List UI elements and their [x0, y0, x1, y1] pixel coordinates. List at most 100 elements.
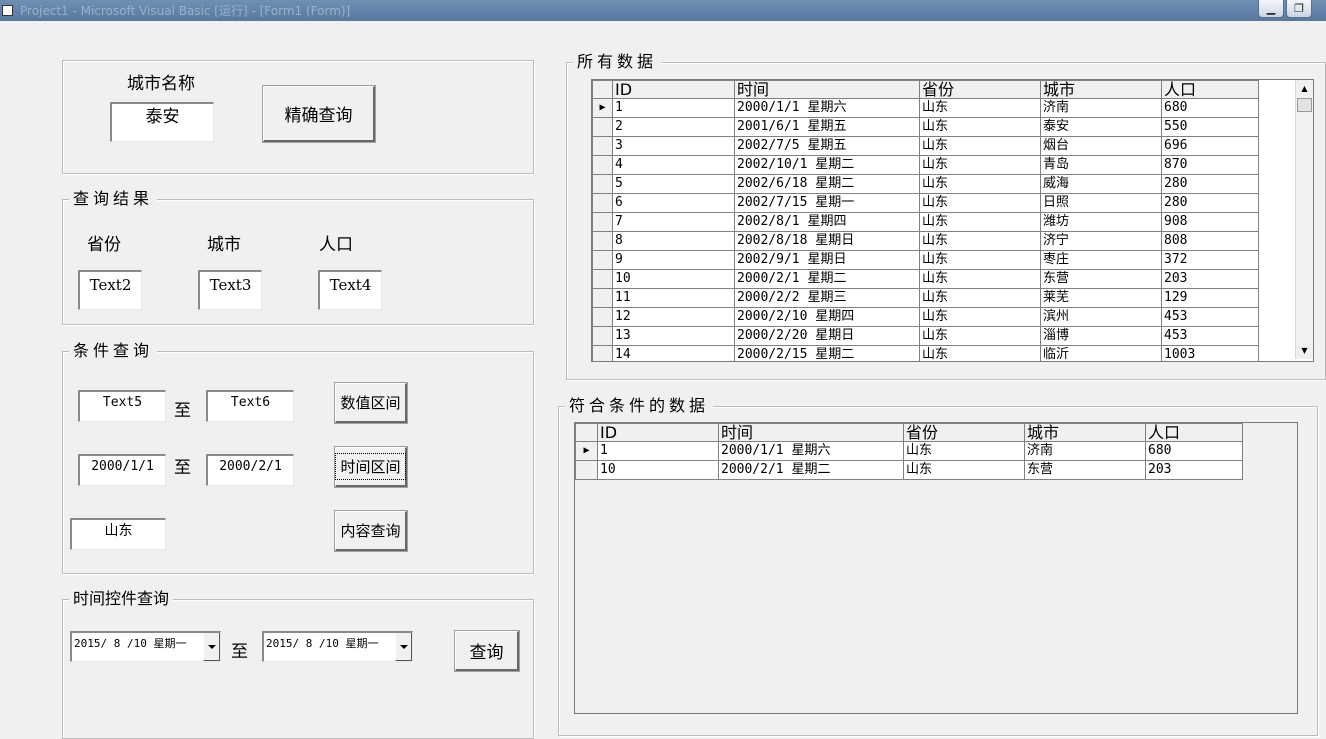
table-cell[interactable]: 山东 — [919, 136, 1041, 156]
row-selector[interactable] — [592, 155, 613, 175]
population-result-field[interactable]: Text4 — [318, 270, 382, 310]
table-row[interactable]: 9 2002/9/1 星期日 山东 枣庄 372 — [592, 250, 1259, 270]
row-selector[interactable] — [592, 212, 613, 232]
number-range-button[interactable]: 数值区间 — [334, 382, 408, 424]
table-cell[interactable]: 696 — [1161, 136, 1259, 156]
table-cell[interactable]: 680 — [1161, 98, 1259, 118]
row-selector[interactable] — [592, 307, 613, 327]
table-row[interactable]: 5 2002/6/18 星期二 山东 威海 280 — [592, 174, 1259, 194]
table-cell[interactable]: 滨州 — [1040, 307, 1162, 327]
table-cell[interactable]: 山东 — [903, 460, 1025, 480]
table-cell[interactable]: 2000/2/1 星期二 — [718, 460, 904, 480]
table-cell[interactable]: 2002/10/1 星期二 — [734, 155, 920, 175]
table-cell[interactable]: 枣庄 — [1040, 250, 1162, 270]
column-header[interactable]: 人口 — [1145, 423, 1243, 442]
table-cell[interactable]: 潍坊 — [1040, 212, 1162, 232]
table-cell[interactable]: 2002/8/18 星期日 — [734, 231, 920, 251]
table-cell[interactable]: 济南 — [1040, 98, 1162, 118]
table-cell[interactable]: 1 — [612, 98, 735, 118]
table-cell[interactable]: 2000/1/1 星期六 — [718, 441, 904, 461]
city-result-field[interactable]: Text3 — [198, 270, 262, 310]
table-cell[interactable]: 4 — [612, 155, 735, 175]
row-selector[interactable] — [592, 193, 613, 213]
table-cell[interactable]: 9 — [612, 250, 735, 270]
maximize-button[interactable]: ❐ — [1286, 0, 1312, 18]
current-row-arrow-icon[interactable]: ▶ — [592, 98, 613, 118]
table-cell[interactable]: 泰安 — [1040, 117, 1162, 137]
table-cell[interactable]: 13 — [612, 326, 735, 346]
city-name-input[interactable]: 泰安 — [110, 102, 214, 142]
scroll-down-arrow-icon[interactable]: ▼ — [1296, 342, 1313, 359]
dropdown-arrow-icon[interactable] — [395, 633, 412, 661]
table-cell[interactable]: 山东 — [919, 307, 1041, 327]
table-cell[interactable]: 1003 — [1161, 345, 1259, 361]
table-cell[interactable]: 2002/8/1 星期四 — [734, 212, 920, 232]
table-cell[interactable]: 2000/1/1 星期六 — [734, 98, 920, 118]
row-selector[interactable] — [592, 326, 613, 346]
column-header[interactable]: 人口 — [1161, 80, 1259, 99]
dropdown-arrow-icon[interactable] — [203, 633, 220, 661]
date-picker-to[interactable]: 2015/ 8 /10 星期一 — [262, 631, 413, 662]
table-cell[interactable]: 山东 — [919, 174, 1041, 194]
table-row[interactable]: 10 2000/2/1 星期二 山东 东营 203 — [592, 269, 1259, 289]
table-cell[interactable]: 2002/7/5 星期五 — [734, 136, 920, 156]
date-to-input[interactable]: 2000/2/1 — [206, 454, 294, 486]
row-selector[interactable] — [592, 345, 613, 361]
table-cell[interactable]: 870 — [1161, 155, 1259, 175]
table-cell[interactable]: 129 — [1161, 288, 1259, 308]
table-cell[interactable]: 山东 — [919, 193, 1041, 213]
table-cell[interactable]: 山东 — [903, 441, 1025, 461]
table-cell[interactable]: 11 — [612, 288, 735, 308]
column-header[interactable]: ID — [597, 423, 719, 442]
table-cell[interactable]: 威海 — [1040, 174, 1162, 194]
table-cell[interactable]: 1 — [597, 441, 719, 461]
table-row[interactable]: 4 2002/10/1 星期二 山东 青岛 870 — [592, 155, 1259, 175]
table-row[interactable]: 6 2002/7/15 星期一 山东 日照 280 — [592, 193, 1259, 213]
table-row[interactable]: ▶ 1 2000/1/1 星期六 山东 济南 680 — [575, 441, 1243, 461]
table-cell[interactable]: 550 — [1161, 117, 1259, 137]
table-cell[interactable]: 2000/2/15 星期二 — [734, 345, 920, 361]
table-cell[interactable]: 2000/2/2 星期三 — [734, 288, 920, 308]
table-cell[interactable]: 2000/2/10 星期四 — [734, 307, 920, 327]
table-cell[interactable]: 山东 — [919, 212, 1041, 232]
table-cell[interactable]: 10 — [597, 460, 719, 480]
matched-data-grid[interactable]: ID 时间 省份 城市 人口 ▶ 1 2000/1/1 星期六 山东 济南 680 10 2000/2… — [574, 422, 1298, 714]
table-cell[interactable]: 烟台 — [1040, 136, 1162, 156]
table-cell[interactable]: 10 — [612, 269, 735, 289]
column-header[interactable]: ID — [612, 80, 735, 99]
date-from-input[interactable]: 2000/1/1 — [78, 454, 166, 486]
table-row[interactable]: 12 2000/2/10 星期四 山东 滨州 453 — [592, 307, 1259, 327]
vertical-scrollbar[interactable]: ▲ ▼ — [1295, 80, 1313, 359]
table-row[interactable]: 2 2001/6/1 星期五 山东 泰安 550 — [592, 117, 1259, 137]
table-cell[interactable]: 203 — [1161, 269, 1259, 289]
table-cell[interactable]: 山东 — [919, 326, 1041, 346]
row-selector[interactable] — [592, 288, 613, 308]
table-cell[interactable]: 临沂 — [1040, 345, 1162, 361]
table-cell[interactable]: 12 — [612, 307, 735, 327]
table-cell[interactable]: 908 — [1161, 212, 1259, 232]
row-selector[interactable] — [592, 231, 613, 251]
row-selector[interactable] — [592, 250, 613, 270]
number-to-input[interactable]: Text6 — [206, 390, 294, 422]
table-cell[interactable]: 日照 — [1040, 193, 1162, 213]
scroll-up-arrow-icon[interactable]: ▲ — [1296, 80, 1313, 97]
table-cell[interactable]: 山东 — [919, 269, 1041, 289]
table-cell[interactable]: 2001/6/1 星期五 — [734, 117, 920, 137]
table-cell[interactable]: 山东 — [919, 231, 1041, 251]
table-cell[interactable]: 2 — [612, 117, 735, 137]
table-row[interactable]: 3 2002/7/5 星期五 山东 烟台 696 — [592, 136, 1259, 156]
table-cell[interactable]: 淄博 — [1040, 326, 1162, 346]
table-row[interactable]: 11 2000/2/2 星期三 山东 莱芜 129 — [592, 288, 1259, 308]
table-cell[interactable]: 济南 — [1024, 441, 1146, 461]
column-header[interactable]: 省份 — [919, 80, 1041, 99]
table-cell[interactable]: 6 — [612, 193, 735, 213]
table-cell[interactable]: 济宁 — [1040, 231, 1162, 251]
column-header[interactable]: 城市 — [1024, 423, 1146, 442]
table-cell[interactable]: 453 — [1161, 326, 1259, 346]
table-row[interactable]: 13 2000/2/20 星期日 山东 淄博 453 — [592, 326, 1259, 346]
row-selector[interactable] — [592, 136, 613, 156]
table-cell[interactable]: 808 — [1161, 231, 1259, 251]
row-selector[interactable] — [575, 460, 598, 480]
column-header[interactable]: 时间 — [718, 423, 904, 442]
province-result-field[interactable]: Text2 — [78, 270, 142, 310]
